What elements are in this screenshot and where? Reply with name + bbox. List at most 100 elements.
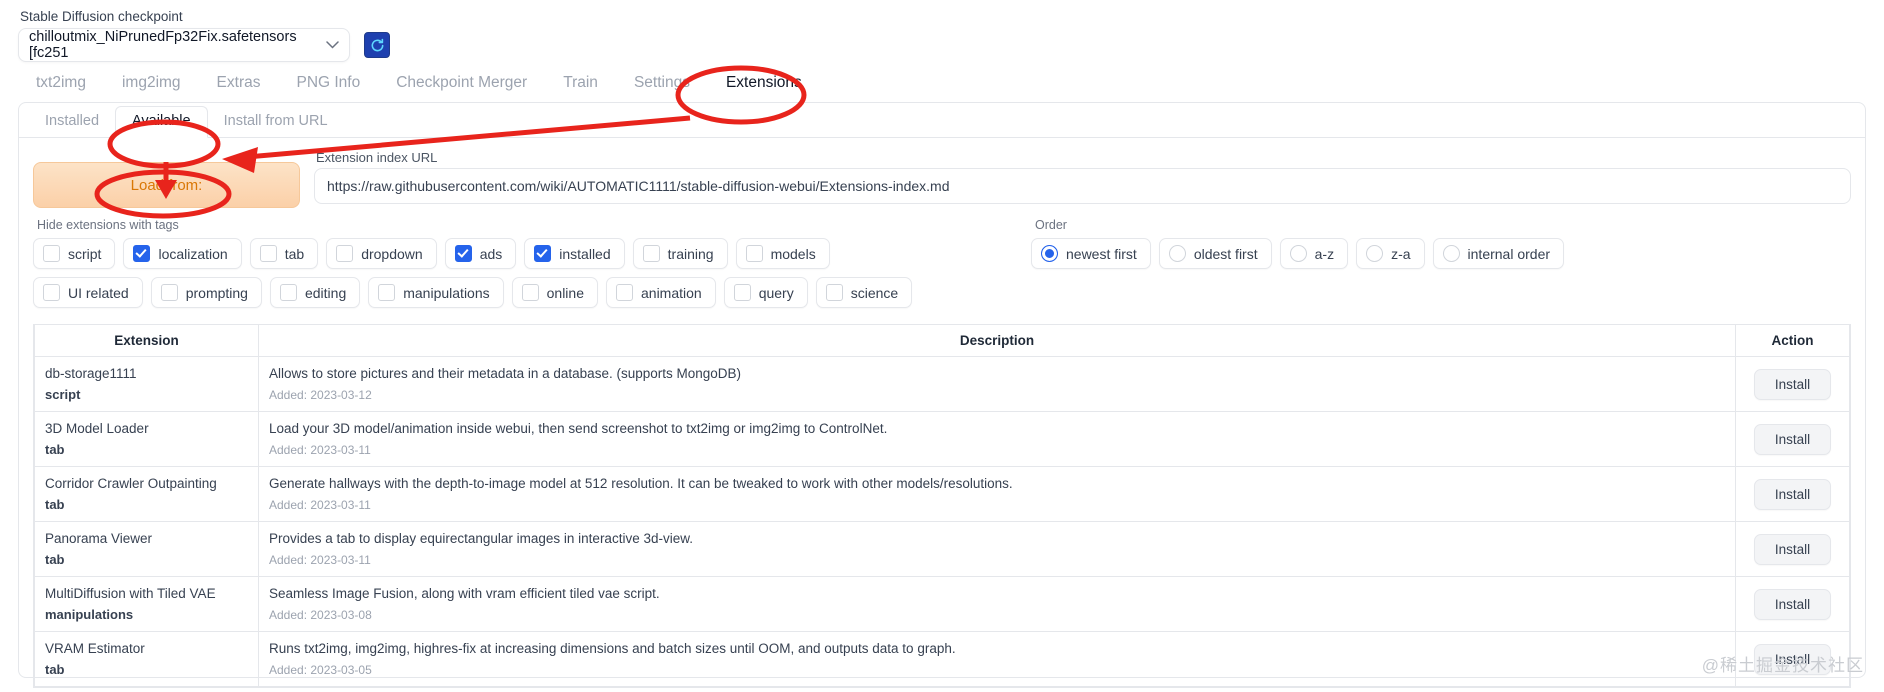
tag-chip-label: localization: [158, 245, 228, 262]
tab-txt2img[interactable]: txt2img: [18, 66, 104, 102]
extension-added-date: Added: 2023-03-08: [269, 608, 372, 622]
install-button[interactable]: Install: [1753, 423, 1832, 455]
checkbox-ui-related[interactable]: [43, 284, 60, 301]
order-option-oldest-first[interactable]: oldest first: [1158, 238, 1272, 269]
extensions-table-body: db-storage1111 script Allows to store pi…: [34, 356, 1850, 687]
extension-tag: tab: [45, 497, 65, 512]
order-option-z-a[interactable]: z-a: [1356, 238, 1425, 269]
tag-chip-list: script localization tab dropdown ads ins…: [33, 238, 1013, 269]
checkbox-query[interactable]: [733, 284, 751, 301]
tag-chip-manipulations[interactable]: manipulations: [368, 277, 504, 308]
extension-name: db-storage1111: [45, 366, 137, 381]
tag-chip-models[interactable]: models: [735, 238, 830, 269]
tag-chip-ui-related[interactable]: UI related: [33, 277, 143, 308]
install-button[interactable]: Install: [1753, 533, 1832, 565]
tab-extensions[interactable]: Extensions: [708, 66, 820, 102]
extension-cell: Corridor Crawler Outpainting tab: [34, 466, 259, 522]
tag-chip-tab[interactable]: tab: [249, 238, 319, 269]
extension-cell: 3D Model Loader tab: [34, 411, 259, 467]
table-row: db-storage1111 script Allows to store pi…: [34, 356, 1850, 412]
install-button[interactable]: Install: [1753, 478, 1832, 510]
radio-a-z[interactable]: [1289, 245, 1307, 262]
checkbox-installed[interactable]: [534, 245, 552, 262]
tag-chip-localization[interactable]: localization: [123, 238, 242, 269]
radio-newest-first[interactable]: [1041, 245, 1058, 262]
checkbox-manipulations[interactable]: [378, 284, 396, 301]
order-option-internal-order[interactable]: internal order: [1432, 238, 1565, 269]
extension-name: MultiDiffusion with Tiled VAE: [45, 586, 216, 601]
tag-chip-script[interactable]: script: [33, 238, 116, 269]
checkbox-models[interactable]: [745, 245, 763, 262]
checkbox-training[interactable]: [642, 245, 660, 262]
radio-internal-order[interactable]: [1442, 245, 1460, 262]
order-option-a-z[interactable]: a-z: [1279, 238, 1349, 269]
tag-chip-online[interactable]: online: [511, 277, 598, 308]
tag-chip-training[interactable]: training: [632, 238, 728, 269]
extension-description: Provides a tab to display equirectangula…: [269, 531, 693, 546]
extension-tag: tab: [45, 552, 65, 567]
radio-oldest-first[interactable]: [1168, 245, 1186, 262]
checkbox-tab[interactable]: [259, 245, 277, 262]
subtab-installed[interactable]: Installed: [29, 107, 115, 137]
checkpoint-toolbar: Stable Diffusion checkpoint chilloutmix_…: [0, 0, 1884, 62]
checkbox-prompting[interactable]: [160, 284, 178, 301]
extension-tag: script: [45, 387, 81, 402]
tag-chip-science[interactable]: science: [815, 277, 913, 308]
description-cell: Runs txt2img, img2img, highres-fix at in…: [258, 631, 1736, 687]
tag-chip-label: script: [68, 245, 102, 262]
extension-tag: manipulations: [45, 607, 134, 622]
install-button[interactable]: Install: [1753, 368, 1832, 400]
tab-train[interactable]: Train: [545, 66, 616, 102]
tag-chip-label: models: [770, 245, 816, 262]
tag-chip-query[interactable]: query: [723, 277, 808, 308]
load-from-button[interactable]: Load from:: [33, 162, 300, 208]
subtab-available[interactable]: Available: [115, 106, 208, 138]
subtab-install-from-url[interactable]: Install from URL: [208, 107, 344, 137]
extensions-panel: Installed Available Install from URL Loa…: [18, 102, 1866, 688]
extension-cell: VRAM Estimator tab: [34, 631, 259, 687]
checkbox-editing[interactable]: [279, 284, 297, 301]
checkbox-online[interactable]: [521, 284, 539, 301]
checkbox-dropdown[interactable]: [336, 245, 354, 262]
checkpoint-select[interactable]: chilloutmix_NiPrunedFp32Fix.safetensors …: [18, 28, 350, 62]
extension-description: Load your 3D model/animation inside webu…: [269, 421, 888, 436]
tag-chip-label: query: [758, 284, 794, 301]
checkpoint-select-value: chilloutmix_NiPrunedFp32Fix.safetensors …: [29, 29, 297, 61]
tag-chip-dropdown[interactable]: dropdown: [326, 238, 437, 269]
tag-chip-label: animation: [641, 284, 702, 301]
tab-extras[interactable]: Extras: [199, 66, 279, 102]
tab-img2img[interactable]: img2img: [104, 66, 199, 102]
checkbox-animation[interactable]: [616, 284, 633, 301]
action-cell: Install: [1735, 356, 1850, 412]
order-option-newest-first[interactable]: newest first: [1031, 238, 1151, 269]
main-tab-bar: txt2img img2img Extras PNG Info Checkpoi…: [0, 62, 1884, 102]
checkbox-script[interactable]: [43, 245, 60, 262]
checkbox-science[interactable]: [825, 284, 843, 301]
refresh-checkpoints-button[interactable]: [364, 32, 390, 58]
tab-checkpoint-merger[interactable]: Checkpoint Merger: [378, 66, 545, 102]
tab-settings[interactable]: Settings: [616, 66, 708, 102]
checkbox-ads[interactable]: [454, 245, 472, 262]
tag-chip-ads[interactable]: ads: [444, 238, 517, 269]
tag-chip-label: dropdown: [361, 245, 423, 262]
tab-png-info[interactable]: PNG Info: [278, 66, 378, 102]
tag-chip-prompting[interactable]: prompting: [150, 277, 262, 308]
action-cell: Install: [1735, 466, 1850, 522]
table-row: Corridor Crawler Outpainting tab Generat…: [34, 466, 1850, 522]
extensions-sub-tab-bar: Installed Available Install from URL: [19, 103, 1865, 138]
tag-chip-label: manipulations: [403, 284, 490, 301]
extension-description: Runs txt2img, img2img, highres-fix at in…: [269, 641, 956, 656]
description-cell: Seamless Image Fusion, along with vram e…: [258, 576, 1736, 632]
radio-z-a[interactable]: [1366, 245, 1384, 262]
extensions-table: Extension Description Action db-storage1…: [34, 324, 1850, 687]
tag-chip-animation[interactable]: animation: [606, 277, 716, 308]
install-button[interactable]: Install: [1753, 588, 1832, 620]
extension-added-date: Added: 2023-03-11: [269, 443, 371, 457]
refresh-icon: [370, 38, 385, 53]
tag-chip-editing[interactable]: editing: [269, 277, 361, 308]
checkbox-localization[interactable]: [133, 245, 151, 262]
extension-index-url-field: Extension index URL: [314, 150, 1851, 204]
order-option-label: internal order: [1467, 245, 1551, 262]
extension-index-url-input[interactable]: [314, 168, 1851, 204]
tag-chip-installed[interactable]: installed: [524, 238, 625, 269]
